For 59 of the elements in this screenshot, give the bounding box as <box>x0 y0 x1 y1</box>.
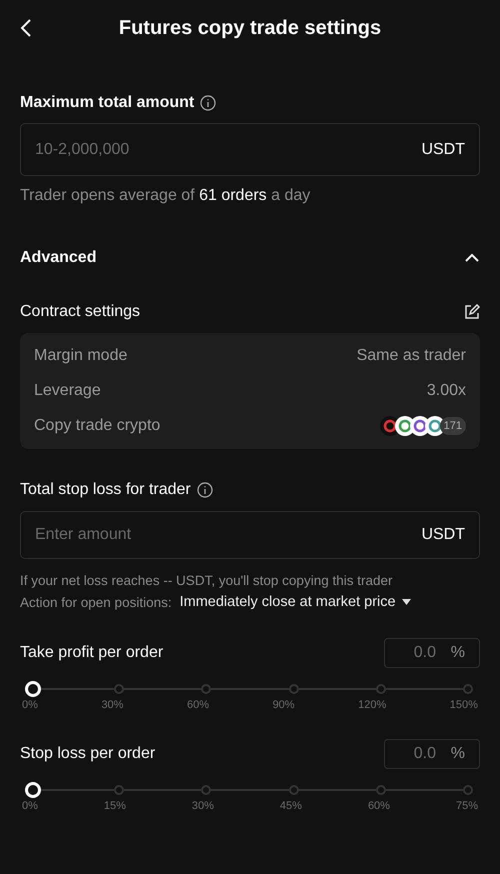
percent-input[interactable]: 0.0 <box>399 745 451 763</box>
tick-dot <box>376 684 386 694</box>
unit-label: USDT <box>421 526 465 544</box>
orders-note: Trader opens average of 61 orders a day <box>20 187 312 205</box>
field-label: Maximum total amount <box>20 94 194 112</box>
tick-label: 15% <box>104 800 126 812</box>
tick-dot <box>376 785 386 795</box>
tick-label: 90% <box>272 699 295 711</box>
unit-label: USDT <box>421 140 465 158</box>
tick-dot <box>201 684 212 694</box>
section-title: Advanced <box>20 249 96 267</box>
tick-label: 30% <box>192 800 214 812</box>
slider-label: Take profit per order <box>20 644 164 662</box>
percent-input[interactable]: 0.0 <box>399 644 451 662</box>
section-title: Contract settings <box>20 303 140 321</box>
tick-dot <box>114 684 124 694</box>
tick-label: 30% <box>101 699 124 711</box>
amount-field[interactable]: Enter amount USDT <box>20 511 480 559</box>
unit-label: % <box>450 644 465 662</box>
action-label: Action for open positions: <box>20 594 172 610</box>
tick-label: 0% <box>22 800 38 812</box>
info-icon[interactable] <box>200 95 216 111</box>
tick-dot <box>201 785 212 795</box>
stop-note: If your net loss reaches -- USDT, you'll stop copying this trader <box>20 573 394 588</box>
action-dropdown[interactable]: Immediately close at market price <box>180 594 411 610</box>
amount-field[interactable]: 10-2,000,000 USDT <box>20 123 480 176</box>
tick-dot <box>463 785 473 795</box>
tick-label: 150% <box>450 699 478 711</box>
caret-icon <box>402 599 411 605</box>
unit-label: % <box>450 745 465 763</box>
tick-label: 75% <box>456 800 478 812</box>
tick-dot <box>114 785 124 795</box>
slider-thumb[interactable] <box>25 681 41 697</box>
page-title: Futures copy trade settings <box>118 16 382 40</box>
edit-icon[interactable] <box>464 304 480 320</box>
tick-dot <box>463 684 473 694</box>
percent-field[interactable]: 0.0 % <box>384 638 480 668</box>
chevron-icon[interactable] <box>464 253 480 263</box>
tick-label: 60% <box>187 699 210 711</box>
tick-label: 120% <box>358 699 386 711</box>
tick-dot <box>288 684 299 694</box>
setting-label: Margin mode <box>34 347 128 365</box>
tick-label: 0% <box>22 699 38 711</box>
back-icon[interactable] <box>20 18 32 38</box>
setting-value: 3.00x <box>426 382 466 400</box>
amount-input[interactable]: 10-2,000,000 <box>35 140 422 158</box>
setting-value: Same as trader <box>356 347 466 365</box>
setting-label: Leverage <box>34 382 101 400</box>
setting-label: Copy trade crypto <box>34 417 160 435</box>
tick-dot <box>288 785 299 795</box>
tick-label: 45% <box>280 800 302 812</box>
tick-label: 60% <box>368 800 390 812</box>
slider-thumb[interactable] <box>25 782 41 798</box>
info-icon[interactable] <box>196 482 213 498</box>
percent-field[interactable]: 0.0 % <box>384 739 480 769</box>
field-label: Total stop loss for trader <box>20 481 191 499</box>
slider-label: Stop loss per order <box>20 745 156 763</box>
amount-input[interactable]: Enter amount <box>35 526 422 544</box>
coin-count: 171 <box>440 417 466 435</box>
